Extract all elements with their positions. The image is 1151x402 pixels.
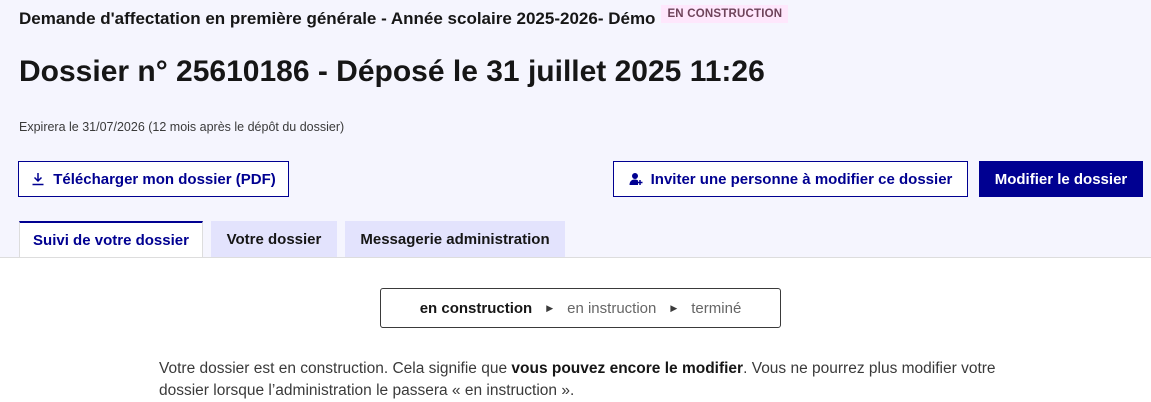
status-badge: EN CONSTRUCTION: [661, 5, 789, 23]
tab-suivi[interactable]: Suivi de votre dossier: [19, 221, 203, 258]
procedure-title: Demande d'affectation en première généra…: [19, 9, 656, 28]
dossier-header: Demande d'affectation en première généra…: [0, 0, 1151, 258]
user-add-icon: [629, 173, 643, 185]
edit-dossier-label: Modifier le dossier: [994, 170, 1128, 188]
status-stepper: en construction ▶ en instruction ▶ termi…: [380, 288, 781, 328]
download-pdf-button[interactable]: Télécharger mon dossier (PDF): [18, 161, 289, 197]
explanation-part1: Votre dossier est en construction. Cela …: [159, 360, 512, 377]
invite-person-button[interactable]: Inviter une personne à modifier ce dossi…: [613, 161, 968, 197]
triangle-right-icon: ▶: [670, 302, 678, 313]
tabs-divider: [0, 257, 1151, 258]
triangle-right-icon: ▶: [546, 302, 554, 313]
tab-votre-dossier-label: Votre dossier: [226, 230, 322, 248]
download-icon: [32, 173, 44, 186]
tab-messagerie-label: Messagerie administration: [360, 230, 550, 248]
expiry-notice: Expirera le 31/07/2026 (12 mois après le…: [19, 120, 345, 134]
tab-suivi-label: Suivi de votre dossier: [33, 232, 189, 249]
edit-dossier-button[interactable]: Modifier le dossier: [979, 161, 1143, 197]
tab-votre-dossier[interactable]: Votre dossier: [211, 221, 337, 257]
step-en-construction: en construction: [419, 299, 533, 317]
invite-person-label: Inviter une personne à modifier ce dossi…: [650, 170, 953, 188]
step-termine: terminé: [691, 299, 742, 317]
page-title: Dossier n° 25610186 - Déposé le 31 juill…: [19, 55, 765, 88]
procedure-title-line: Demande d'affectation en première généra…: [19, 5, 789, 29]
tab-messagerie[interactable]: Messagerie administration: [345, 221, 565, 257]
step-en-instruction: en instruction: [567, 299, 657, 317]
status-explanation: Votre dossier est en construction. Cela …: [159, 358, 1019, 402]
explanation-emphasis: vous pouvez encore le modifier: [511, 360, 744, 377]
download-pdf-label: Télécharger mon dossier (PDF): [53, 170, 276, 188]
